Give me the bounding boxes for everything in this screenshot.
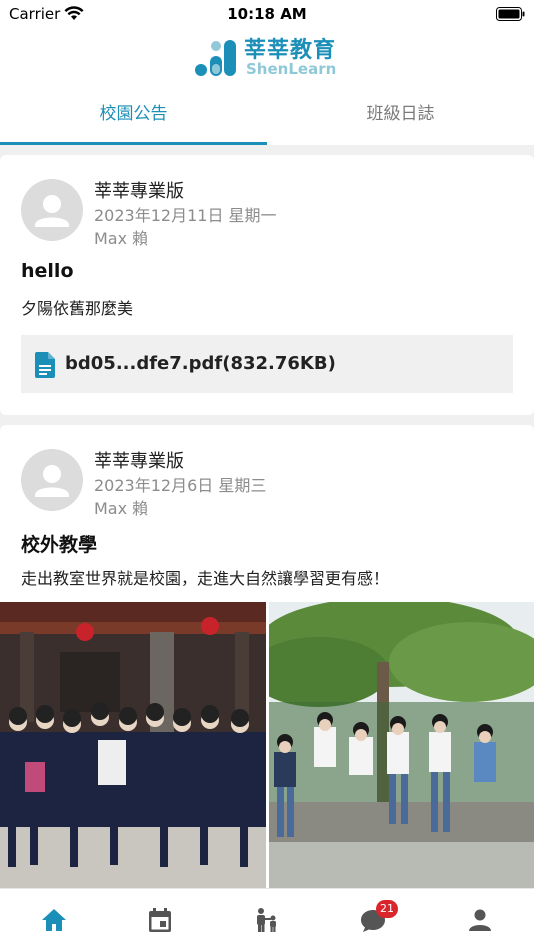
post-content: 走出教室世界就是校園，走進大自然讓學習更有感！ [21,569,390,588]
status-bar: Carrier 10:18 AM [0,0,534,28]
bottom-tab-bar: 21 [0,888,534,950]
post-poster: Max 賴 [94,499,149,518]
post-date: 2023年12月6日 星期三 [94,476,267,495]
segment-tabs: 校園公告 班級日誌 [0,88,534,145]
home-icon[interactable] [39,905,69,935]
person-avatar-icon [35,195,69,227]
pdf-attachment[interactable]: bd05...dfe7.pdf(832.76KB) [21,335,513,393]
attachment-filename: bd05...dfe7.pdf(832.76KB) [65,353,336,374]
person-avatar-icon [35,465,69,497]
shenlearn-logo: 莘莘教育 ShenLearn [192,32,352,84]
logo-english-text: ShenLearn [246,60,337,78]
post-content: 夕陽依舊那麼美 [21,299,134,318]
app-header: 莘莘教育 ShenLearn [0,28,534,88]
post-author: 莘莘專業版 [94,181,184,202]
battery-icon [496,6,526,25]
clock: 10:18 AM [227,5,307,23]
post-title: 校外教學 [21,534,98,556]
logo-mark-icon [195,40,236,76]
avatar [21,179,83,241]
document-icon [35,352,55,382]
announcement-card[interactable]: 莘莘專業版 2023年12月6日 星期三 Max 賴 校外教學 走出教室世界就是… [0,425,534,895]
post-date: 2023年12月11日 星期一 [94,206,277,225]
field-trip-photo-temple[interactable] [0,602,266,889]
announcement-card[interactable]: 莘莘專業版 2023年12月11日 星期一 Max 賴 hello 夕陽依舊那麼… [0,155,534,415]
family-icon[interactable] [252,905,282,935]
active-tab-indicator [0,142,267,145]
photo-gallery [0,602,534,889]
post-author: 莘莘專業版 [94,451,184,472]
field-trip-photo-park[interactable] [269,602,534,889]
calendar-icon[interactable] [145,905,175,935]
tab-school-announcements[interactable]: 校園公告 [0,88,267,145]
post-poster: Max 賴 [94,229,149,248]
avatar [21,449,83,511]
person-icon[interactable] [465,905,495,935]
tab-class-log[interactable]: 班級日誌 [267,88,534,145]
post-title: hello [21,260,74,282]
chat-unread-badge: 21 [376,900,398,918]
